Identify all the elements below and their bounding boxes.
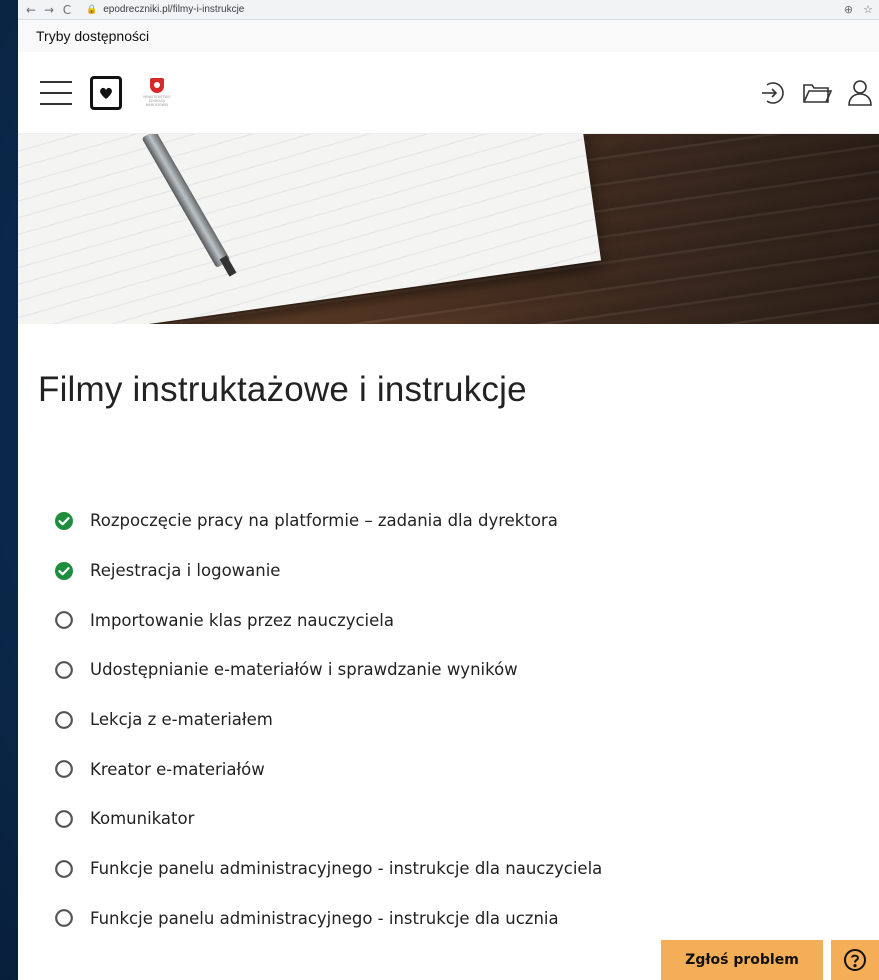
hero-banner-image (18, 134, 879, 324)
report-problem-button[interactable]: Zgłoś problem (661, 940, 823, 980)
browser-window: ← → C 🔒 epodreczniki.pl/filmy-i-instrukc… (18, 0, 879, 980)
empty-circle-icon (54, 908, 74, 928)
list-item[interactable]: Rejestracja i logowanie (18, 546, 879, 596)
polish-eagle-icon (150, 78, 164, 93)
back-arrow-icon[interactable]: ← (22, 3, 40, 17)
ministry-logo[interactable]: MINISTERSTWO EDUKACJI NARODOWEJ (140, 78, 174, 107)
help-question-icon (844, 949, 866, 971)
accessibility-bar: Tryby dostępności (18, 20, 879, 52)
empty-circle-icon (54, 710, 74, 730)
zoom-icon[interactable]: ⊕ (844, 3, 853, 16)
empty-circle-icon (54, 610, 74, 630)
list-item[interactable]: Funkcje panelu administracyjnego - instr… (18, 844, 879, 894)
help-button[interactable] (831, 940, 879, 980)
login-icon[interactable] (759, 79, 787, 107)
lock-icon: 🔒 (86, 4, 98, 15)
list-item-label: Udostępnianie e-materiałów i sprawdzanie… (90, 660, 518, 680)
list-item[interactable]: Komunikator (18, 794, 879, 844)
list-item-label: Lekcja z e-materiałem (90, 710, 273, 730)
empty-circle-icon (54, 859, 74, 879)
list-item[interactable]: Funkcje panelu administracyjnego - instr… (18, 894, 879, 944)
list-item-label: Komunikator (90, 809, 195, 829)
browser-toolbar: ← → C 🔒 epodreczniki.pl/filmy-i-instrukc… (18, 0, 879, 20)
check-circle-icon (54, 561, 74, 581)
list-item[interactable]: Importowanie klas przez nauczyciela (18, 595, 879, 645)
list-item-label: Importowanie klas przez nauczyciela (90, 610, 394, 630)
list-item-label: Funkcje panelu administracyjnego - instr… (90, 908, 559, 928)
list-item-label: Rozpoczęcie pracy na platformie – zadani… (90, 511, 558, 531)
menu-hamburger-icon[interactable] (40, 80, 72, 105)
empty-circle-icon (54, 759, 74, 779)
address-bar[interactable]: epodreczniki.pl/filmy-i-instrukcje (103, 4, 244, 15)
check-circle-icon (54, 511, 74, 531)
list-item-label: Kreator e-materiałów (90, 759, 265, 779)
forward-arrow-icon[interactable]: → (40, 3, 58, 17)
list-item[interactable]: Rozpoczęcie pracy na platformie – zadani… (18, 496, 879, 546)
bookmark-star-icon[interactable]: ☆ (863, 3, 873, 16)
reload-icon[interactable]: C (58, 3, 76, 17)
list-item[interactable]: Kreator e-materiałów (18, 744, 879, 794)
folder-icon[interactable] (801, 79, 833, 107)
list-item-label: Rejestracja i logowanie (90, 561, 281, 581)
accessibility-modes-link[interactable]: Tryby dostępności (36, 28, 149, 44)
epodreczniki-logo-icon[interactable] (90, 75, 122, 110)
empty-circle-icon (54, 809, 74, 829)
list-item[interactable]: Udostępnianie e-materiałów i sprawdzanie… (18, 645, 879, 695)
empty-circle-icon (54, 660, 74, 680)
site-header: MINISTERSTWO EDUKACJI NARODOWEJ (18, 52, 879, 134)
instructions-list: Rozpoczęcie pracy na platformie – zadani… (18, 496, 879, 943)
list-item-label: Funkcje panelu administracyjnego - instr… (90, 859, 603, 879)
ministry-logo-text: MINISTERSTWO EDUKACJI NARODOWEJ (143, 95, 171, 107)
list-item[interactable]: Lekcja z e-materiałem (18, 695, 879, 745)
user-profile-icon[interactable] (847, 79, 873, 107)
page-title: Filmy instruktażowe i instrukcje (38, 370, 527, 409)
